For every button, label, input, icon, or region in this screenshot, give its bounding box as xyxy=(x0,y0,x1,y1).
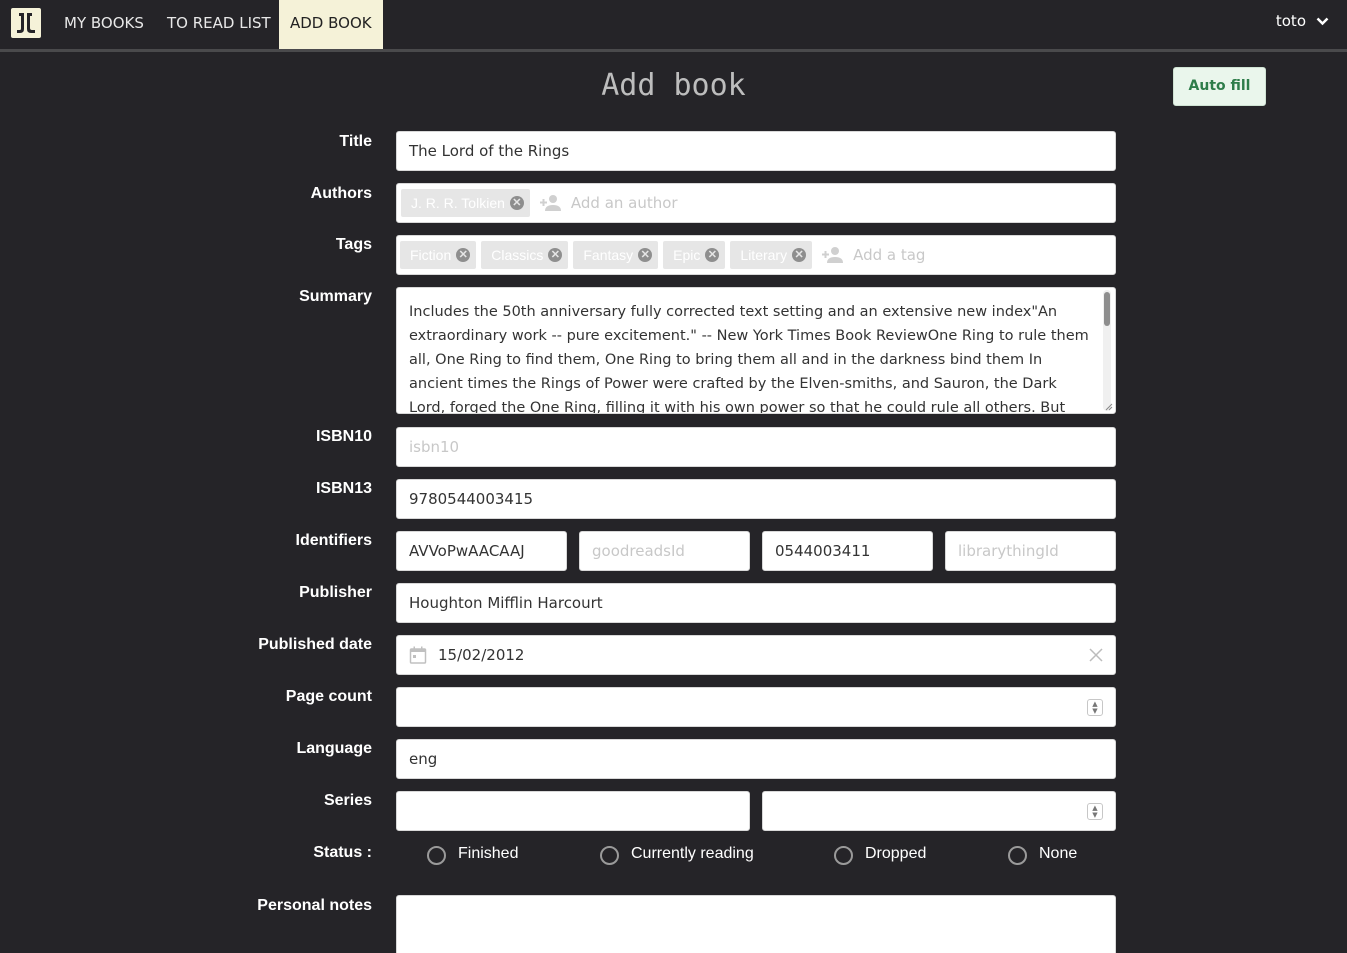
app-logo[interactable] xyxy=(11,8,41,38)
resize-handle-icon[interactable] xyxy=(1105,403,1113,411)
top-navbar: MY BOOKS TO READ LIST ADD BOOK toto xyxy=(0,0,1347,52)
isbn10-placeholder: isbn10 xyxy=(409,438,460,456)
add-author-placeholder: Add an author xyxy=(570,194,678,212)
radio-circle-icon xyxy=(834,846,853,865)
tag-chip-label: Epic xyxy=(673,247,701,263)
amazon-id-input[interactable]: 0544003411 xyxy=(762,531,933,571)
librarything-id-placeholder: librarythingId xyxy=(958,542,1059,560)
publisher-value: Houghton Mifflin Harcourt xyxy=(409,594,603,612)
authors-input[interactable]: J. R. R. Tolkien ✕ Add an author xyxy=(396,183,1116,223)
published-date-value: 15/02/2012 xyxy=(438,646,525,664)
tag-chip: Fantasy ✕ xyxy=(573,241,659,269)
page-title: Add book xyxy=(601,68,746,103)
tag-chip: Literary ✕ xyxy=(730,241,813,269)
summary-value: Includes the 50th anniversary fully corr… xyxy=(409,304,1089,414)
tag-chip-label: Literary xyxy=(740,247,788,263)
title-input[interactable]: The Lord of the Rings xyxy=(396,131,1116,171)
series-number-input[interactable]: ▲ ▼ xyxy=(762,791,1116,831)
clear-date-icon[interactable] xyxy=(1089,648,1103,662)
status-finished-radio[interactable]: Finished xyxy=(427,842,518,865)
remove-tag-icon[interactable]: ✕ xyxy=(792,248,807,262)
tag-chip-label: Fantasy xyxy=(583,247,634,263)
tag-chip: Epic ✕ xyxy=(663,241,726,269)
amazon-id-value: 0544003411 xyxy=(775,542,871,560)
status-label: Status : xyxy=(313,844,372,861)
status-option-label: None xyxy=(1039,844,1078,862)
title-value: The Lord of the Rings xyxy=(409,142,570,160)
isbn13-value: 9780544003415 xyxy=(409,490,534,508)
series-name-input[interactable] xyxy=(396,791,750,831)
author-chip-label: J. R. R. Tolkien xyxy=(411,195,505,211)
number-spinner-icon[interactable]: ▲ ▼ xyxy=(1087,803,1103,820)
user-menu[interactable]: toto xyxy=(1276,12,1329,30)
remove-tag-icon[interactable]: ✕ xyxy=(705,248,720,262)
isbn13-label: ISBN13 xyxy=(315,480,372,497)
remove-tag-icon[interactable]: ✕ xyxy=(548,248,563,262)
nav-add-book[interactable]: ADD BOOK xyxy=(279,0,383,49)
title-label: Title xyxy=(339,133,372,150)
tag-chip: Classics ✕ xyxy=(481,241,569,269)
add-author-field[interactable]: Add an author xyxy=(539,194,678,212)
isbn10-label: ISBN10 xyxy=(315,428,372,445)
add-person-icon xyxy=(822,247,844,263)
username: toto xyxy=(1275,12,1306,30)
authors-label: Authors xyxy=(310,185,372,202)
add-tag-field[interactable]: Add a tag xyxy=(821,246,925,264)
tags-input[interactable]: Fiction ✕ Classics ✕ Fantasy ✕ Epic ✕ Litera… xyxy=(396,235,1116,275)
nav-my-books[interactable]: MY BOOKS xyxy=(53,0,155,49)
page-count-input[interactable]: ▲ ▼ xyxy=(396,687,1116,727)
status-currently-reading-radio[interactable]: Currently reading xyxy=(600,842,754,865)
google-id-input[interactable]: AVVoPwAACAAJ xyxy=(396,531,567,571)
author-chip: J. R. R. Tolkien ✕ xyxy=(401,189,530,217)
remove-tag-icon[interactable]: ✕ xyxy=(638,248,653,262)
nav-to-read-list[interactable]: TO READ LIST xyxy=(156,0,282,49)
summary-scrollbar[interactable] xyxy=(1103,290,1111,411)
publisher-input[interactable]: Houghton Mifflin Harcourt xyxy=(396,583,1116,623)
personal-notes-textarea[interactable] xyxy=(396,895,1116,953)
status-dropped-radio[interactable]: Dropped xyxy=(834,842,926,865)
status-option-label: Dropped xyxy=(865,844,927,862)
tag-chip-label: Fiction xyxy=(410,247,452,263)
published-date-input[interactable]: 15/02/2012 xyxy=(396,635,1116,675)
chevron-down-icon xyxy=(1316,17,1329,25)
publisher-label: Publisher xyxy=(299,584,372,601)
language-value: eng xyxy=(409,750,438,768)
number-spinner-icon[interactable]: ▲ ▼ xyxy=(1087,699,1103,716)
radio-circle-icon xyxy=(600,846,619,865)
summary-textarea[interactable]: Includes the 50th anniversary fully corr… xyxy=(396,287,1116,414)
radio-circle-icon xyxy=(1008,846,1027,865)
goodreads-id-input[interactable]: goodreadsId xyxy=(579,531,750,571)
google-id-value: AVVoPwAACAAJ xyxy=(409,542,525,560)
page-count-label: Page count xyxy=(285,688,372,705)
librarything-id-input[interactable]: librarythingId xyxy=(945,531,1116,571)
remove-author-icon[interactable]: ✕ xyxy=(509,196,524,210)
tags-label: Tags xyxy=(335,236,372,253)
status-option-label: Currently reading xyxy=(631,844,754,862)
calendar-icon[interactable] xyxy=(409,646,427,664)
goodreads-id-placeholder: goodreadsId xyxy=(592,542,685,560)
add-tag-placeholder: Add a tag xyxy=(853,246,926,264)
radio-circle-icon xyxy=(427,846,446,865)
remove-tag-icon[interactable]: ✕ xyxy=(456,248,471,262)
tag-chip: Fiction ✕ xyxy=(400,241,477,269)
status-none-radio[interactable]: None xyxy=(1008,842,1077,865)
summary-scroll-thumb[interactable] xyxy=(1104,292,1110,326)
summary-label: Summary xyxy=(299,288,372,305)
isbn13-input[interactable]: 9780544003415 xyxy=(396,479,1116,519)
identifiers-label: Identifiers xyxy=(295,532,372,549)
language-input[interactable]: eng xyxy=(396,739,1116,779)
published-date-label: Published date xyxy=(258,636,372,653)
status-option-label: Finished xyxy=(458,844,519,862)
add-person-icon xyxy=(539,195,561,211)
auto-fill-button[interactable]: Auto fill xyxy=(1173,67,1266,106)
language-label: Language xyxy=(296,740,372,757)
logo-icon xyxy=(17,13,35,33)
isbn10-input[interactable]: isbn10 xyxy=(396,427,1116,467)
personal-notes-label: Personal notes xyxy=(257,897,372,914)
tag-chip-label: Classics xyxy=(491,247,544,263)
series-label: Series xyxy=(323,792,372,809)
